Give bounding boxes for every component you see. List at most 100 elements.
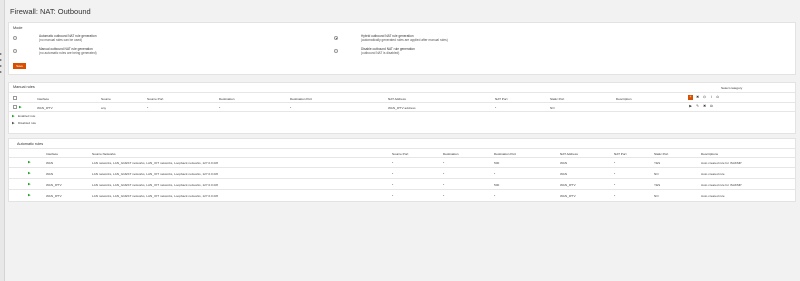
clone-button[interactable]: ⧉ — [709, 104, 714, 109]
mode-automatic-radio[interactable] — [13, 36, 17, 40]
row-static-port: YES — [654, 183, 661, 187]
mode-automatic-option: Automatic outbound NAT rule generation (… — [39, 34, 96, 42]
delete-selected-button[interactable]: ✖ — [695, 95, 700, 100]
manual-rules-section-label: Manual rules — [13, 85, 35, 89]
column-header: Source Port — [147, 97, 164, 101]
plus-icon: + — [689, 95, 692, 99]
column-header: Source Port — [392, 152, 409, 156]
power-icon: ⏻ — [703, 95, 706, 99]
column-header: Descriptions — [701, 152, 719, 156]
toggle-selected-button[interactable]: ⏻ — [702, 95, 707, 100]
play-icon: ▶ — [689, 104, 692, 108]
row-source-port: * — [392, 183, 394, 187]
legend-disabled-label: Disabled rule — [18, 121, 37, 125]
row-destination: * — [443, 194, 445, 198]
row-nat-port: * — [614, 183, 616, 187]
add-rule-button[interactable]: + — [688, 95, 693, 100]
divider — [9, 92, 795, 93]
row-nat-address: WAN_IPTV address — [388, 106, 416, 110]
row-nat-port: * — [614, 172, 616, 176]
row-description: Auto created rule — [701, 194, 725, 198]
row-interface: WAN — [46, 172, 54, 176]
enabled-icon: ▶ — [28, 160, 31, 164]
row-nat-port: * — [614, 161, 616, 165]
divider — [9, 111, 795, 112]
divider — [9, 157, 795, 158]
edit-button[interactable]: ✎ — [695, 104, 700, 109]
row-static-port: NO — [654, 194, 659, 198]
mode-disable-option: Disable outbound NAT rule generation (ou… — [361, 47, 415, 55]
divider — [9, 102, 795, 103]
select-all-checkbox[interactable] — [13, 96, 17, 100]
delete-button[interactable]: ✖ — [702, 104, 707, 109]
column-header: Destination Port — [494, 152, 517, 156]
save-button[interactable]: Save — [13, 63, 26, 69]
row-nat-port: * — [614, 194, 616, 198]
search-button[interactable]: ⊙ — [715, 95, 720, 100]
copy-icon: ⧉ — [710, 104, 713, 108]
legend-enabled-label: Enabled rule — [18, 114, 36, 118]
mode-section-label: Mode — [13, 26, 23, 30]
automatic-rules-section-label: Automatic rules — [17, 142, 44, 146]
row-nat-port: * — [495, 106, 497, 110]
mode-hybrid-radio[interactable] — [334, 36, 338, 40]
row-source-networks: LAN networks, LAN_GUEST networks, LAN_IO… — [92, 194, 218, 198]
page-title: Firewall: NAT: Outbound — [10, 7, 91, 16]
row-interface: WAN_IPTV — [46, 194, 62, 198]
row-static-port: NO — [654, 172, 659, 176]
column-header: NAT Port — [495, 97, 508, 101]
row-nat-address: WAN_IPTV — [560, 183, 576, 187]
row-static-port: NO — [550, 106, 555, 110]
row-destination-port: * — [494, 194, 496, 198]
mode-disable-radio[interactable] — [334, 49, 338, 53]
row-source: any — [101, 106, 106, 110]
info-button[interactable]: i — [709, 95, 714, 100]
row-description: Auto created rule for ISAKMP — [701, 161, 742, 165]
row-source-port: * — [392, 161, 394, 165]
column-header: Interface — [37, 97, 50, 101]
column-header: Destination Port — [290, 97, 313, 101]
select-category-dropdown[interactable]: Select category — [721, 86, 742, 90]
divider — [9, 189, 795, 190]
mode-option-subtitle: (outbound NAT is disabled) — [361, 51, 400, 56]
divider — [9, 167, 795, 168]
nav-icon[interactable]: ▸ — [0, 70, 4, 74]
divider — [9, 148, 795, 149]
move-before-button[interactable]: ▶ — [688, 104, 693, 109]
row-source-port: * — [392, 172, 394, 176]
column-header: Source Networks — [92, 152, 116, 156]
row-destination: * — [443, 161, 445, 165]
row-description: Auto created rule for ISAKMP — [701, 183, 742, 187]
row-source-networks: LAN networks, LAN_GUEST networks, LAN_IO… — [92, 172, 218, 176]
row-nat-address: WAN — [560, 172, 568, 176]
info-icon: i — [711, 95, 712, 99]
automatic-rules-panel: Automatic rules Interface Source Network… — [8, 138, 796, 202]
play-green-icon: ▶ — [12, 114, 15, 118]
row-destination-port: * — [494, 172, 496, 176]
column-header: NAT Address — [560, 152, 578, 156]
row-destination: * — [219, 106, 221, 110]
row-destination-port: 500 — [494, 183, 500, 187]
nav-icon[interactable]: ▸ — [0, 64, 4, 68]
enabled-icon[interactable]: ▶ — [19, 105, 22, 109]
row-source-networks: LAN networks, LAN_GUEST networks, LAN_IO… — [92, 161, 218, 165]
row-source-port: * — [392, 194, 394, 198]
nav-icon[interactable]: ▸ — [0, 58, 4, 62]
row-destination-port: * — [290, 106, 292, 110]
play-grey-icon: ▶ — [12, 121, 15, 125]
mode-option-subtitle: (automatically generated rules are appli… — [361, 38, 448, 43]
column-header: Description — [616, 97, 632, 101]
enabled-icon: ▶ — [28, 171, 31, 175]
left-rail: ▸ ▸ ▸ ▸ — [0, 0, 5, 281]
row-source-port: * — [147, 106, 149, 110]
delete-icon: ✖ — [703, 104, 706, 108]
row-checkbox[interactable] — [13, 105, 17, 109]
mode-manual-radio[interactable] — [13, 49, 17, 53]
row-destination: * — [443, 172, 445, 176]
row-interface: WAN_IPTV — [46, 183, 62, 187]
row-interface: WAN_IPTV — [37, 106, 53, 110]
divider — [9, 178, 795, 179]
row-destination-port: 500 — [494, 161, 500, 165]
nav-icon[interactable]: ▸ — [0, 52, 4, 56]
mode-option-subtitle: (no automatic rules are being generated) — [39, 51, 97, 56]
